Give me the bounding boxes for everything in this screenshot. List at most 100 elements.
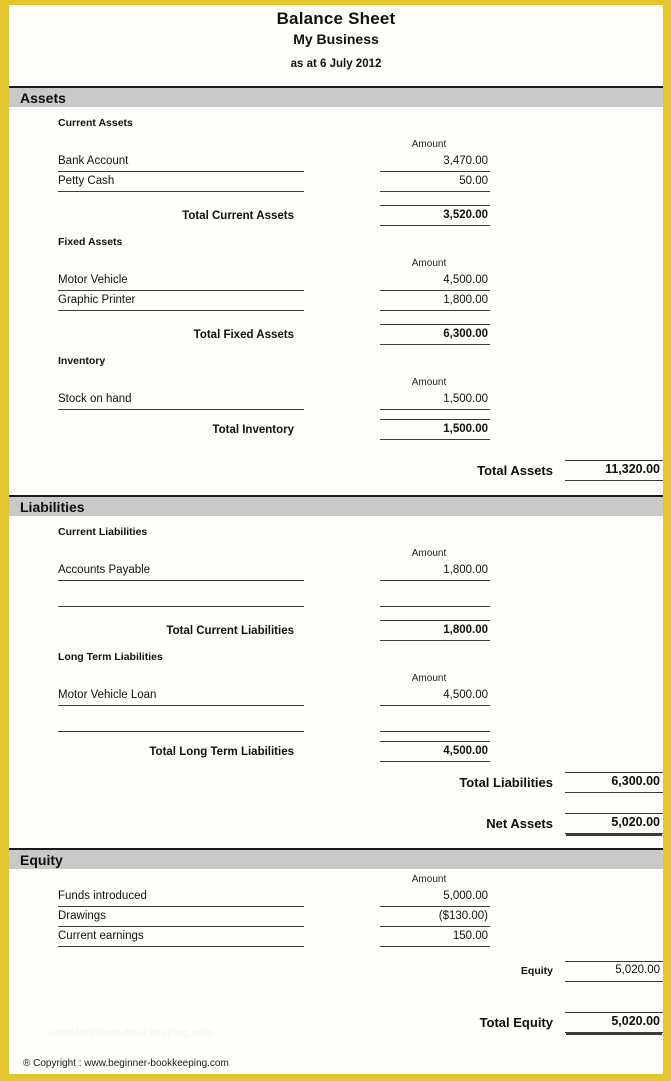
group-title-fixed-assets: Fixed Assets xyxy=(58,236,123,248)
section-header-liabilities: Liabilities xyxy=(9,495,663,516)
table-row: Graphic Printer 1,800.00 xyxy=(58,291,663,311)
total-equity-label: Total Equity xyxy=(479,1015,553,1030)
subtotal-label: Total Current Assets xyxy=(182,210,294,222)
subtotal-row-long-term-liabilities: Total Long Term Liabilities 4,500.00 xyxy=(58,741,663,762)
row-label: Petty Cash xyxy=(58,173,304,192)
table-row: Stock on hand 1,500.00 xyxy=(58,390,663,410)
row-amount: 50.00 xyxy=(380,173,490,192)
grand-total-label: Total Assets xyxy=(477,463,553,478)
section-header-assets: Assets xyxy=(9,86,663,107)
subtotal-amount: 3,520.00 xyxy=(380,205,490,226)
total-equity-amount: 5,020.00 xyxy=(565,1012,663,1033)
amount-header-row: Amount xyxy=(58,666,663,686)
row-amount: 4,500.00 xyxy=(380,687,490,706)
row-label: Motor Vehicle Loan xyxy=(58,687,304,706)
amount-header-row: Amount xyxy=(58,251,663,271)
table-row: Drawings ($130.00) xyxy=(58,907,663,927)
amount-column-header: Amount xyxy=(411,258,447,269)
row-label xyxy=(58,730,304,732)
net-assets-row: Net Assets 5,020.00 xyxy=(9,813,663,834)
subtotal-amount: 4,500.00 xyxy=(380,741,490,762)
group-title-inventory: Inventory xyxy=(58,355,106,367)
group-title-long-term-liabilities: Long Term Liabilities xyxy=(58,651,163,663)
equity-subtotal-amount: 5,020.00 xyxy=(565,961,663,982)
section-title-assets: Assets xyxy=(20,89,66,106)
section-title-liabilities: Liabilities xyxy=(20,498,85,515)
row-label: Motor Vehicle xyxy=(58,272,304,291)
page-title: Balance Sheet xyxy=(276,9,396,28)
subtotal-label: Total Current Liabilities xyxy=(166,625,294,637)
table-row: Petty Cash 50.00 xyxy=(58,172,663,192)
group-equity: Amount Funds introduced 5,000.00 Drawing… xyxy=(9,869,663,947)
amount-column-header: Amount xyxy=(411,874,447,885)
equity-subtotal-row: Equity 5,020.00 xyxy=(9,961,663,982)
row-amount xyxy=(380,730,490,732)
table-row: Accounts Payable 1,800.00 xyxy=(58,561,663,581)
report-date: as at 6 July 2012 xyxy=(290,58,382,70)
net-assets-amount: 5,020.00 xyxy=(565,813,663,834)
table-row: Bank Account 3,470.00 xyxy=(58,152,663,172)
subtotal-row-current-liabilities: Total Current Liabilities 1,800.00 xyxy=(58,620,663,641)
amount-column-header: Amount xyxy=(411,377,447,388)
group-current-assets: Current Assets Amount Bank Account 3,470… xyxy=(9,107,663,226)
row-label xyxy=(58,605,304,607)
table-row: Motor Vehicle 4,500.00 xyxy=(58,271,663,291)
equity-subtotal-label: Equity xyxy=(520,965,553,977)
subtotal-amount: 1,800.00 xyxy=(380,620,490,641)
row-label: Graphic Printer xyxy=(58,292,304,311)
group-title-current-assets: Current Assets xyxy=(58,117,133,129)
section-title-equity: Equity xyxy=(20,851,63,868)
row-amount: ($130.00) xyxy=(380,908,490,927)
row-amount: 1,800.00 xyxy=(380,292,490,311)
amount-header-row: Amount xyxy=(58,869,663,887)
row-label: Drawings xyxy=(58,908,304,927)
amount-header-row: Amount xyxy=(58,132,663,152)
table-row: Motor Vehicle Loan 4,500.00 xyxy=(58,686,663,706)
row-amount: 3,470.00 xyxy=(380,153,490,172)
grand-total-amount: 11,320.00 xyxy=(565,460,663,481)
subtotal-row-inventory: Total Inventory 1,500.00 xyxy=(58,419,663,440)
group-current-liabilities: Current Liabilities Amount Accounts Paya… xyxy=(9,516,663,641)
table-row: Funds introduced 5,000.00 xyxy=(58,887,663,907)
row-label: Stock on hand xyxy=(58,391,304,410)
sheet-body: Balance Sheet My Business as at 6 July 2… xyxy=(9,5,663,1074)
row-label: Bank Account xyxy=(58,153,304,172)
document-header: Balance Sheet My Business as at 6 July 2… xyxy=(9,5,663,72)
grand-total-label: Total Liabilities xyxy=(459,775,553,790)
amount-column-header: Amount xyxy=(411,673,447,684)
row-label: Current earnings xyxy=(58,928,304,947)
section-header-equity: Equity xyxy=(9,848,663,869)
row-amount: 1,800.00 xyxy=(380,562,490,581)
row-amount: 5,000.00 xyxy=(380,888,490,907)
amount-header-row: Amount xyxy=(58,370,663,390)
grand-total-liabilities: Total Liabilities 6,300.00 xyxy=(9,772,663,793)
group-title-current-liabilities: Current Liabilities xyxy=(58,526,148,538)
row-amount: 4,500.00 xyxy=(380,272,490,291)
group-fixed-assets: Fixed Assets Amount Motor Vehicle 4,500.… xyxy=(9,226,663,345)
row-label: Accounts Payable xyxy=(58,562,304,581)
row-amount: 1,500.00 xyxy=(380,391,490,410)
grand-total-amount: 6,300.00 xyxy=(565,772,663,793)
table-row-empty xyxy=(58,712,663,732)
subtotal-amount: 6,300.00 xyxy=(380,324,490,345)
amount-column-header: Amount xyxy=(411,139,447,150)
grand-total-assets: Total Assets 11,320.00 xyxy=(9,460,663,481)
amount-header-row: Amount xyxy=(58,541,663,561)
group-long-term-liabilities: Long Term Liabilities Amount Motor Vehic… xyxy=(9,641,663,762)
subtotal-label: Total Inventory xyxy=(212,424,294,436)
subtotal-row-fixed-assets: Total Fixed Assets 6,300.00 xyxy=(58,324,663,345)
copyright-notice: ® Copyright : www.beginner-bookkeeping.c… xyxy=(23,1058,229,1069)
subtotal-label: Total Fixed Assets xyxy=(193,329,294,341)
row-label: Funds introduced xyxy=(58,888,304,907)
net-assets-label: Net Assets xyxy=(486,816,553,831)
table-row-empty xyxy=(58,587,663,607)
group-inventory: Inventory Amount Stock on hand 1,500.00 … xyxy=(9,345,663,440)
amount-column-header: Amount xyxy=(411,548,447,559)
subtotal-amount: 1,500.00 xyxy=(380,419,490,440)
subtotal-label: Total Long Term Liabilities xyxy=(149,746,294,758)
watermark: www.beginner-bookkeeping.com xyxy=(49,1027,214,1039)
subtotal-row-current-assets: Total Current Assets 3,520.00 xyxy=(58,205,663,226)
balance-sheet-page: Balance Sheet My Business as at 6 July 2… xyxy=(0,0,671,1081)
row-amount: 150.00 xyxy=(380,928,490,947)
table-row: Current earnings 150.00 xyxy=(58,927,663,947)
